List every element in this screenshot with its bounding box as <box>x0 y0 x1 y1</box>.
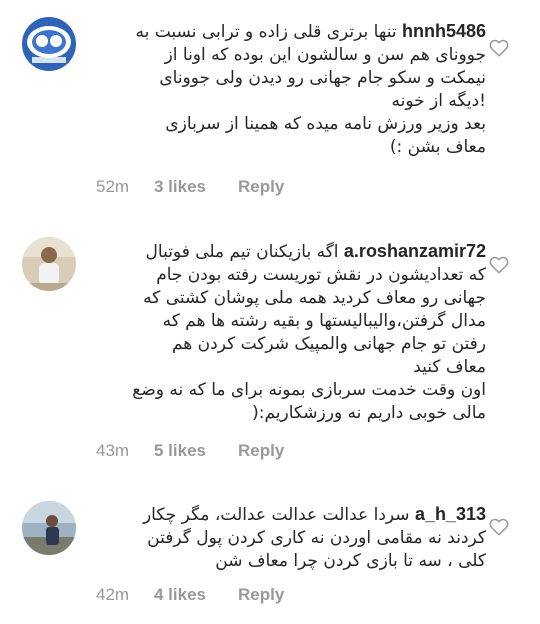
likes-count[interactable]: 5 likes <box>154 441 238 461</box>
comment-time: 52m <box>96 177 130 196</box>
heart-icon[interactable] <box>489 256 509 274</box>
avatar[interactable] <box>22 237 76 291</box>
comment-message: اگه بازیکنان تیم ملی فوتبال که تعدادیشون… <box>132 242 486 423</box>
likes-count[interactable]: 3 likes <box>154 177 238 197</box>
comment-meta: 42m 4 likes Reply <box>96 585 284 605</box>
reply-button[interactable]: Reply <box>238 585 284 605</box>
heart-icon[interactable] <box>489 39 509 57</box>
comment-time: 43m <box>96 441 130 460</box>
comment-username[interactable]: a_h_313 <box>415 504 486 524</box>
comment-meta: 43m 5 likes Reply <box>96 441 284 461</box>
comment-username[interactable]: hnnh5486 <box>402 21 486 41</box>
comments-list: hnnh5486 تنها برتری قلی زاده و ترابی نسب… <box>0 0 540 624</box>
heart-icon[interactable] <box>489 518 509 536</box>
comment-message: تنها برتری قلی زاده و ترابی نسبت به جوون… <box>135 22 486 157</box>
comment-meta: 52m 3 likes Reply <box>96 177 284 197</box>
comment-text: a.roshanzamir72 اگه بازیکنان تیم ملی فوت… <box>96 240 486 425</box>
avatar[interactable] <box>22 501 76 555</box>
comment-body: a.roshanzamir72 اگه بازیکنان تیم ملی فوت… <box>96 240 486 425</box>
avatar[interactable] <box>22 17 76 71</box>
reply-button[interactable]: Reply <box>238 441 284 461</box>
comment-username[interactable]: a.roshanzamir72 <box>344 241 486 261</box>
comment-body: a_h_313 سردا عدالت عدالت عدالت، مگر چکار… <box>96 503 486 573</box>
comment-text: hnnh5486 تنها برتری قلی زاده و ترابی نسب… <box>96 20 486 159</box>
reply-button[interactable]: Reply <box>238 177 284 197</box>
comment-time: 42m <box>96 585 130 604</box>
comment-body: hnnh5486 تنها برتری قلی زاده و ترابی نسب… <box>96 20 486 159</box>
comment-text: a_h_313 سردا عدالت عدالت عدالت، مگر چکار… <box>96 503 486 573</box>
likes-count[interactable]: 4 likes <box>154 585 238 605</box>
